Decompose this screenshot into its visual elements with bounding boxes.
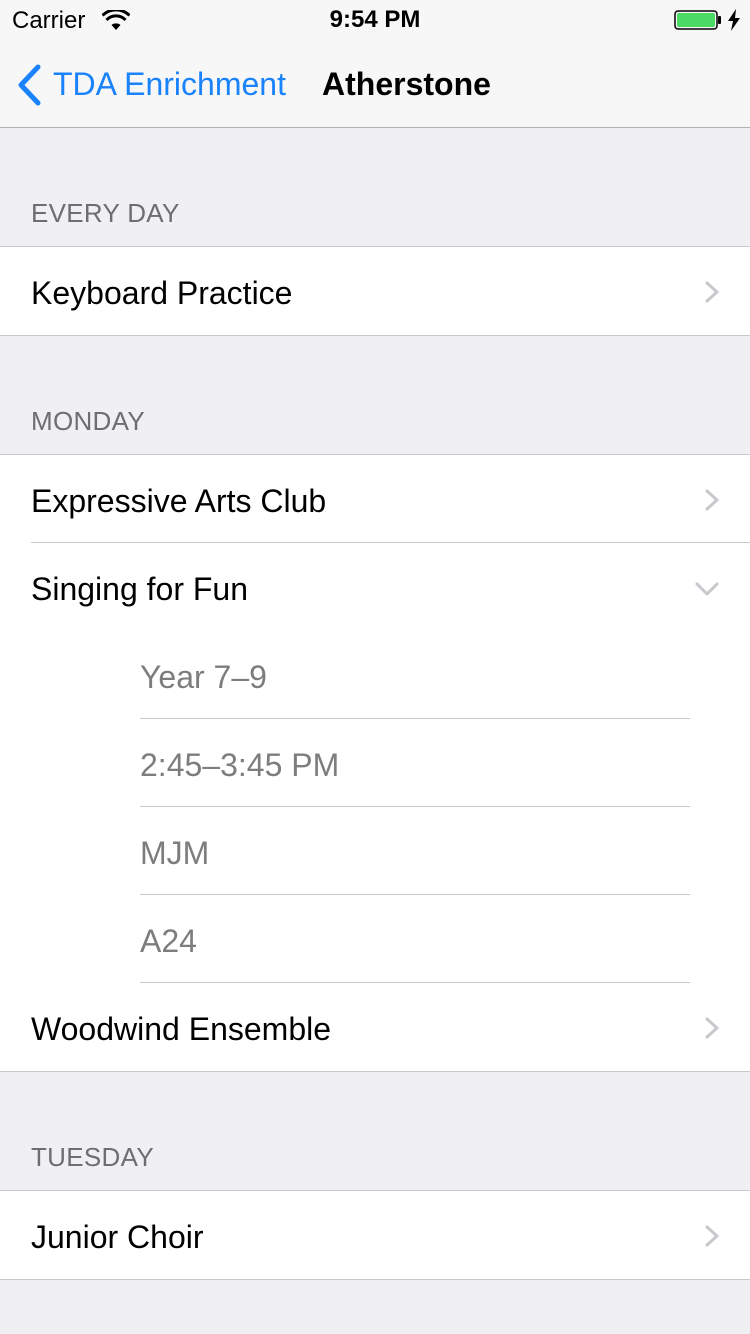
section-every-day: Keyboard Practice [0,246,750,336]
status-bar: Carrier 9:54 PM [0,0,750,40]
detail-row-teacher: MJM [0,807,750,895]
page-title: Atherstone [322,66,491,102]
status-time: 9:54 PM [329,6,421,33]
detail-room: A24 [140,923,197,959]
detail-teacher: MJM [140,835,210,871]
list-item-label: Expressive Arts Club [31,483,327,519]
back-chevron-icon[interactable] [16,64,42,106]
back-button[interactable]: TDA Enrichment [53,66,286,103]
list-item-keyboard-practice[interactable]: Keyboard Practice [0,247,750,335]
battery-icon [674,10,721,30]
detail-row-year: Year 7–9 [0,631,750,719]
list-item-label: Woodwind Ensemble [31,1011,332,1047]
detail-row-time: 2:45–3:45 PM [0,719,750,807]
list-item-expressive-arts-club[interactable]: Expressive Arts Club [0,455,750,543]
chevron-right-icon [705,1017,719,1039]
section-header-tuesday: TUESDAY [31,1142,154,1172]
chevron-down-icon [695,582,719,596]
section-monday: Expressive Arts Club Singing for Fun Yea… [0,454,750,1072]
list-item-label: Keyboard Practice [31,275,293,311]
chevron-right-icon [705,489,719,511]
list-item-label: Junior Choir [31,1219,204,1255]
section-tuesday: Junior Choir [0,1190,750,1280]
navigation-bar: TDA Enrichment Atherstone [0,40,750,128]
detail-year: Year 7–9 [140,659,267,695]
list-item-woodwind-ensemble[interactable]: Woodwind Ensemble [0,983,750,1071]
section-header-monday: MONDAY [31,406,145,436]
detail-row-room: A24 [0,895,750,983]
list-item-label: Singing for Fun [31,571,249,607]
charging-bolt-icon [728,9,740,31]
list-item-junior-choir[interactable]: Junior Choir [0,1191,750,1279]
detail-time: 2:45–3:45 PM [140,747,340,783]
chevron-right-icon [705,281,719,303]
section-header-every-day: EVERY DAY [31,198,180,228]
chevron-right-icon [705,1225,719,1247]
list-item-singing-for-fun[interactable]: Singing for Fun [0,543,750,631]
